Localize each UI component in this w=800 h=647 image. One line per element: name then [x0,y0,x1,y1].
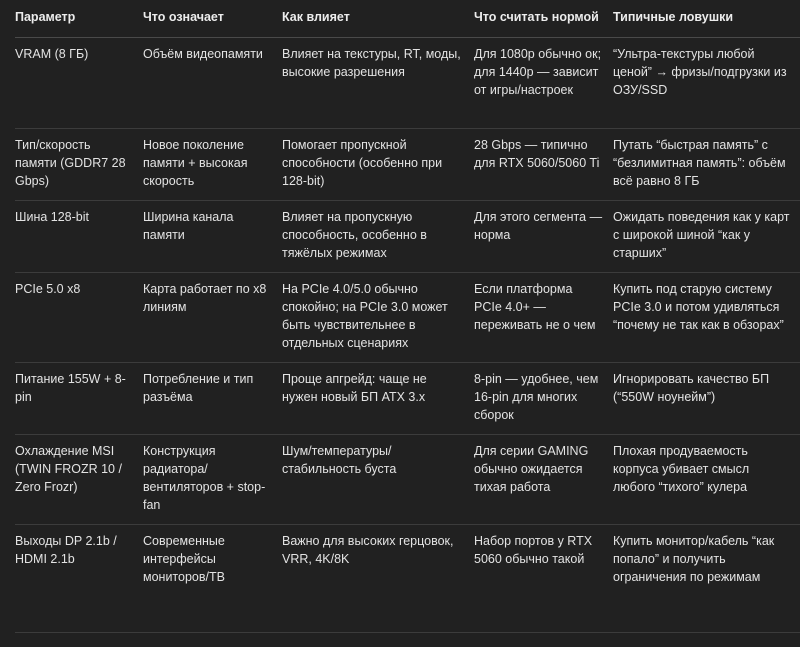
table-row: Охлаждение MSI (TWIN FROZR 10 / Zero Fro… [15,434,800,525]
table-row: Выходы DP 2.1b / HDMI 2.1b Современные и… [15,524,800,633]
cell-pitfalls: Купить монитор/кабель “как попало” и пол… [613,524,800,633]
cell-impact: Помогает пропускной способности (особенн… [282,128,474,201]
cell-parameter: VRAM (8 ГБ) [15,37,143,129]
cell-normal: Набор портов у RTX 5060 обычно такой [474,524,613,633]
cell-pitfalls: “Ультра-текстуры любой ценой” → фризы/по… [613,37,800,129]
table-row: PCIe 5.0 x8 Карта работает по x8 линиям … [15,272,800,363]
cell-pitfalls: Купить под старую систему PCIe 3.0 и пот… [613,272,800,363]
column-header-meaning: Что означает [143,0,282,38]
cell-impact: Шум/температуры/стабильность буста [282,434,474,525]
cell-impact: Влияет на текстуры, RT, моды, высокие ра… [282,37,474,129]
cell-normal: Если платформа PCIe 4.0+ — переживать не… [474,272,613,363]
cell-impact: На PCIe 4.0/5.0 обычно спокойно; на PCIe… [282,272,474,363]
table-row: Тип/скорость памяти (GDDR7 28 Gbps) Ново… [15,128,800,201]
column-header-normal: Что считать нормой [474,0,613,38]
cell-normal: Для серии GAMING обычно ожидается тихая … [474,434,613,525]
cell-impact: Важно для высоких герцовок, VRR, 4K/8K [282,524,474,633]
cell-impact: Влияет на пропускную способность, особен… [282,200,474,273]
cell-meaning: Современные интерфейсы мониторов/ТВ [143,524,282,633]
cell-parameter: Выходы DP 2.1b / HDMI 2.1b [15,524,143,633]
cell-meaning: Объём видеопамяти [143,37,282,129]
cell-normal: 28 Gbps — типично для RTX 5060/5060 Ti [474,128,613,201]
cell-parameter: Питание 155W + 8-pin [15,362,143,435]
cell-normal: 8-pin — удобнее, чем 16-pin для многих с… [474,362,613,435]
cell-meaning: Новое поколение памяти + высокая скорост… [143,128,282,201]
cell-meaning: Ширина канала памяти [143,200,282,273]
cell-meaning: Конструкция радиатора/вентиляторов + sto… [143,434,282,525]
column-header-impact: Как влияет [282,0,474,38]
column-header-pitfalls: Типичные ловушки [613,0,800,38]
table-row: VRAM (8 ГБ) Объём видеопамяти Влияет на … [15,37,800,129]
cell-impact: Проще апгрейд: чаще не нужен новый БП AT… [282,362,474,435]
table-row: Питание 155W + 8-pin Потребление и тип р… [15,362,800,435]
cell-pitfalls: Путать “быстрая память” с “безлимитная п… [613,128,800,201]
cell-parameter: PCIe 5.0 x8 [15,272,143,363]
cell-meaning: Потребление и тип разъёма [143,362,282,435]
comparison-table-container: Параметр Что означает Как влияет Что счи… [15,0,800,633]
specs-table: Параметр Что означает Как влияет Что счи… [15,0,800,633]
cell-pitfalls: Ожидать поведения как у карт с широкой ш… [613,200,800,273]
table-header-row: Параметр Что означает Как влияет Что счи… [15,0,800,38]
cell-pitfalls: Игнорировать качество БП (“550W ноунейм”… [613,362,800,435]
cell-normal: Для этого сегмента — норма [474,200,613,273]
cell-meaning: Карта работает по x8 линиям [143,272,282,363]
table-row: Шина 128-bit Ширина канала памяти Влияет… [15,200,800,273]
cell-parameter: Тип/скорость памяти (GDDR7 28 Gbps) [15,128,143,201]
cell-parameter: Охлаждение MSI (TWIN FROZR 10 / Zero Fro… [15,434,143,525]
cell-parameter: Шина 128-bit [15,200,143,273]
column-header-parameter: Параметр [15,0,143,38]
cell-pitfalls: Плохая продуваемость корпуса убивает смы… [613,434,800,525]
cell-normal: Для 1080p обычно ок; для 1440p — зависит… [474,37,613,129]
